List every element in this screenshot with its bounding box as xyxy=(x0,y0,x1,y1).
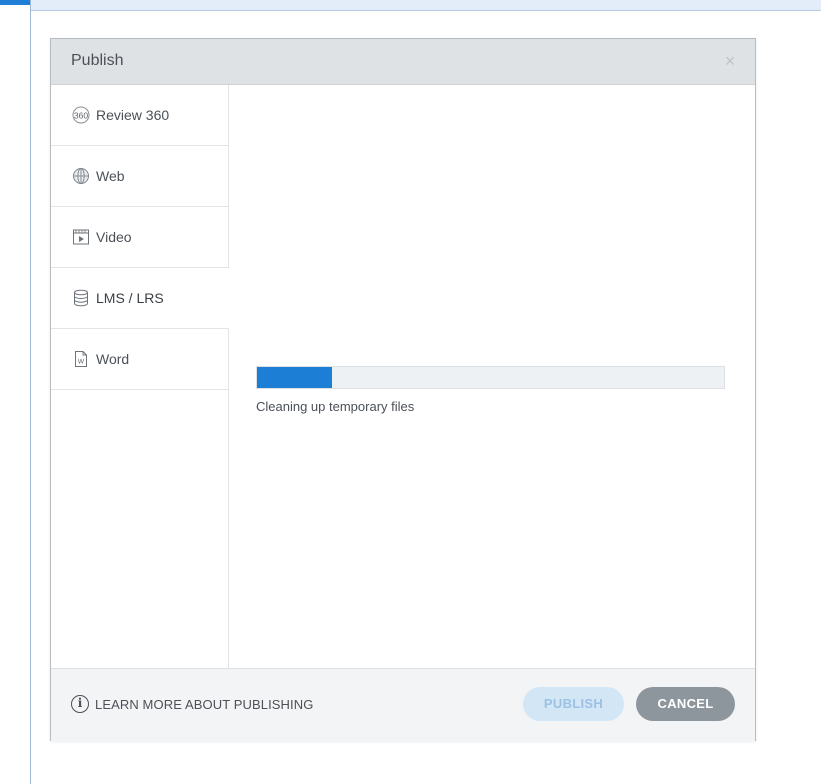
publish-dialog: Publish × 360 Review 360 Web Video LMS /… xyxy=(50,38,756,741)
sidebar-item-label: Video xyxy=(96,229,132,245)
progress-fill xyxy=(257,367,332,388)
word-document-icon: W xyxy=(72,350,90,368)
sidebar-item-video[interactable]: Video xyxy=(51,207,228,268)
publish-progress-bar xyxy=(256,366,725,389)
dialog-footer: i LEARN MORE ABOUT PUBLISHING PUBLISH CA… xyxy=(51,668,755,741)
learn-more-link[interactable]: i LEARN MORE ABOUT PUBLISHING xyxy=(71,695,313,713)
svg-text:W: W xyxy=(78,359,85,366)
app-top-bar xyxy=(31,0,821,11)
dialog-title: Publish xyxy=(71,52,124,69)
video-icon xyxy=(72,228,90,246)
app-corner-accent xyxy=(0,0,31,5)
app-left-border xyxy=(30,0,31,784)
database-icon xyxy=(72,289,90,307)
info-icon: i xyxy=(71,695,89,713)
sidebar-item-label: Word xyxy=(96,351,130,367)
dialog-header: Publish × xyxy=(51,39,755,85)
progress-status-text: Cleaning up temporary files xyxy=(256,399,415,414)
learn-more-label: LEARN MORE ABOUT PUBLISHING xyxy=(95,696,314,712)
sidebar-item-review-360[interactable]: 360 Review 360 xyxy=(51,85,228,146)
sidebar-item-label: Review 360 xyxy=(96,107,170,123)
sidebar-item-label: Web xyxy=(96,168,125,184)
svg-text:360: 360 xyxy=(74,111,88,121)
sidebar-item-lms-lrs[interactable]: LMS / LRS xyxy=(51,268,229,329)
publish-button[interactable]: PUBLISH xyxy=(523,687,624,721)
sidebar-item-label: LMS / LRS xyxy=(96,290,164,306)
review-360-icon: 360 xyxy=(72,106,90,124)
globe-icon xyxy=(72,167,90,185)
publish-sidebar: 360 Review 360 Web Video LMS / LRS W Wor… xyxy=(51,85,229,668)
close-button[interactable]: × xyxy=(721,50,739,72)
sidebar-item-web[interactable]: Web xyxy=(51,146,228,207)
cancel-button[interactable]: CANCEL xyxy=(636,687,735,721)
sidebar-item-word[interactable]: W Word xyxy=(51,329,228,390)
